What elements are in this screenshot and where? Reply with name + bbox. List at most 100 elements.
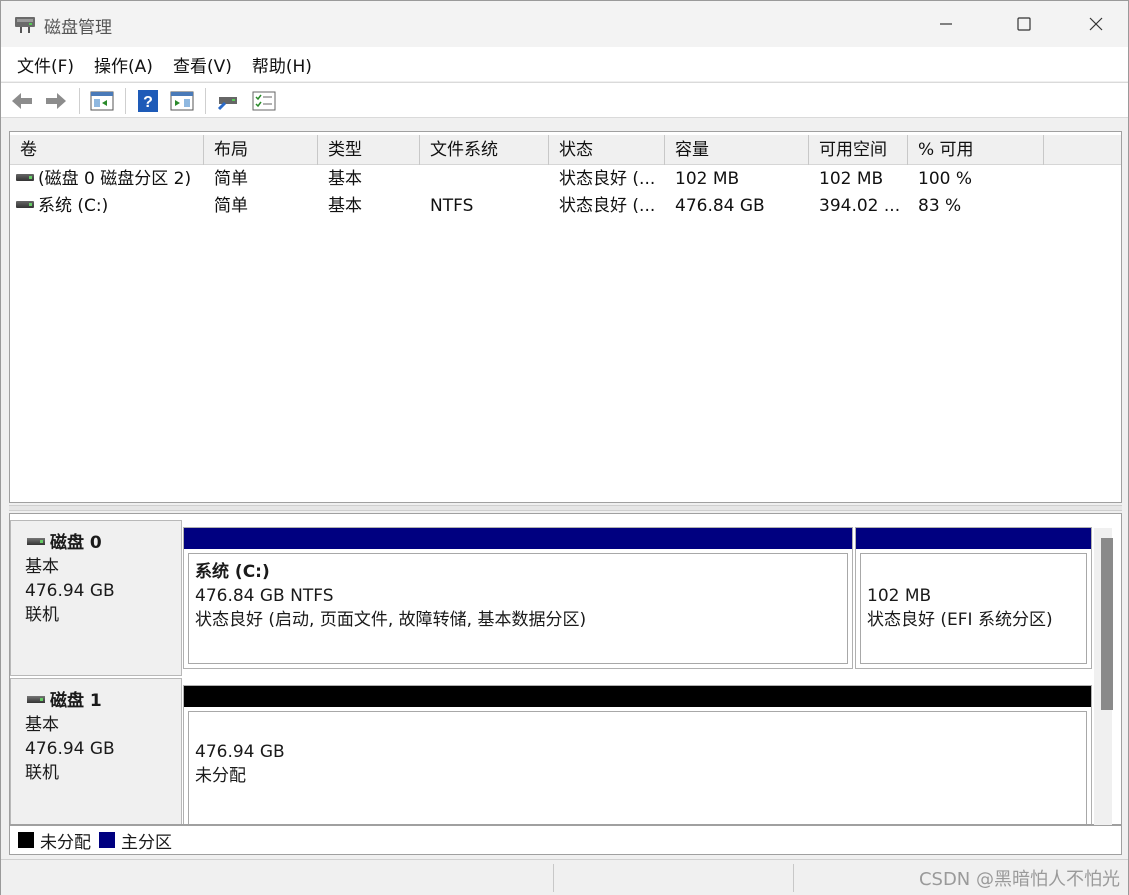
status-bar: CSDN @黑暗怕人不怕光	[1, 859, 1128, 895]
properties-icon[interactable]	[169, 89, 195, 113]
legend-swatch-unallocated	[18, 832, 34, 848]
partition-size-fs: 476.84 GB NTFS	[195, 586, 334, 606]
disk-1-info[interactable]: 磁盘 1 基本 476.94 GB 联机	[10, 678, 182, 824]
partition-title	[867, 560, 1080, 584]
partition-status: 状态良好 (EFI 系统分区)	[867, 610, 1053, 630]
partition-title: 系统 (C:)	[195, 562, 270, 582]
disk-name: 磁盘 0	[50, 533, 102, 553]
toolbar-separator	[125, 88, 126, 114]
cell-status: 状态良好 (...	[559, 196, 656, 216]
volume-name: 系统 (C:)	[38, 196, 109, 216]
partition-size-fs: 102 MB	[867, 586, 932, 606]
disk-management-icon	[15, 17, 35, 33]
legend-swatch-primary	[99, 832, 115, 848]
cell-percent-free: 83 %	[918, 196, 962, 216]
close-button[interactable]	[1061, 1, 1129, 47]
toolbar-separator	[79, 88, 80, 114]
disk-type: 基本	[25, 715, 59, 735]
cell-volume: 系统 (C:)	[10, 193, 204, 220]
disk-state: 联机	[25, 605, 59, 625]
close-icon	[1089, 17, 1103, 31]
volume-icon	[16, 201, 34, 208]
partition-body: 系统 (C:) 476.84 GB NTFS 状态良好 (启动, 页面文件, 故…	[188, 553, 848, 664]
partition-type-bar	[184, 528, 852, 549]
column-header-percent-free[interactable]: % 可用	[908, 135, 1044, 165]
status-separator	[793, 864, 794, 892]
cell-layout: 简单	[214, 169, 248, 189]
svg-text:?: ?	[143, 94, 153, 111]
legend-label-primary: 主分区	[121, 832, 172, 853]
console-tree-icon[interactable]	[89, 89, 115, 113]
cell-type: 基本	[328, 196, 362, 216]
cell-capacity: 102 MB	[675, 169, 740, 189]
help-icon[interactable]: ?	[135, 89, 161, 113]
watermark: CSDN @黑暗怕人不怕光	[918, 869, 1120, 890]
column-header-capacity[interactable]: 容量	[665, 135, 809, 165]
disk-state: 联机	[25, 763, 59, 783]
disk-icon	[27, 537, 45, 545]
disk-size: 476.94 GB	[25, 581, 115, 601]
column-header-layout[interactable]: 布局	[204, 135, 318, 165]
column-header-free-space[interactable]: 可用空间	[809, 135, 908, 165]
pane-splitter[interactable]	[9, 505, 1122, 511]
partition-system-c[interactable]: 系统 (C:) 476.84 GB NTFS 状态良好 (启动, 页面文件, 故…	[183, 527, 853, 669]
back-arrow-icon[interactable]	[9, 89, 35, 113]
legend-label-unallocated: 未分配	[40, 832, 91, 853]
partition-efi[interactable]: 102 MB 状态良好 (EFI 系统分区)	[855, 527, 1092, 669]
menu-file[interactable]: 文件(F)	[9, 52, 82, 77]
column-header-type[interactable]: 类型	[318, 135, 420, 165]
cell-filesystem: NTFS	[430, 196, 474, 216]
column-header-status[interactable]: 状态	[549, 135, 665, 165]
menu-help[interactable]: 帮助(H)	[244, 52, 320, 77]
partition-body: 102 MB 状态良好 (EFI 系统分区)	[860, 553, 1087, 664]
partition-size: 476.94 GB	[195, 742, 285, 762]
disk-1-partitions: 476.94 GB 未分配	[183, 685, 1093, 824]
disk-type: 基本	[25, 557, 59, 577]
volume-name: (磁盘 0 磁盘分区 2)	[38, 169, 192, 189]
volume-list[interactable]: 卷 布局 类型 文件系统 状态 容量 可用空间 % 可用 (磁盘 0 磁盘分区 …	[9, 131, 1122, 503]
volume-icon	[16, 174, 34, 181]
menu-view[interactable]: 查看(V)	[165, 52, 240, 77]
menu-bar: 文件(F) 操作(A) 查看(V) 帮助(H)	[1, 47, 1128, 81]
disk-0-info[interactable]: 磁盘 0 基本 476.94 GB 联机	[10, 520, 182, 676]
partition-status: 未分配	[195, 766, 246, 786]
status-separator	[553, 864, 554, 892]
column-header-volume[interactable]: 卷	[10, 135, 204, 165]
cell-type: 基本	[328, 169, 362, 189]
disk-icon	[27, 695, 45, 703]
partition-unallocated[interactable]: 476.94 GB 未分配	[183, 685, 1092, 824]
cell-volume: (磁盘 0 磁盘分区 2)	[10, 166, 204, 193]
list-icon[interactable]	[251, 89, 277, 113]
title-bar: 磁盘管理	[1, 1, 1128, 47]
volume-list-header: 卷 布局 类型 文件系统 状态 容量 可用空间 % 可用	[10, 135, 1121, 165]
forward-arrow-icon[interactable]	[43, 89, 69, 113]
maximize-button[interactable]	[989, 1, 1059, 47]
cell-status: 状态良好 (...	[559, 169, 656, 189]
table-row[interactable]: (磁盘 0 磁盘分区 2) 简单 基本 状态良好 (... 102 MB 102…	[10, 166, 1121, 193]
column-header-filesystem[interactable]: 文件系统	[420, 135, 549, 165]
disk-0-partitions: 系统 (C:) 476.84 GB NTFS 状态良好 (启动, 页面文件, 故…	[183, 527, 1093, 669]
legend: 未分配 主分区	[9, 825, 1122, 855]
disk-graphical-view[interactable]: 磁盘 0 基本 476.94 GB 联机 系统 (C:) 476.84 GB N…	[9, 513, 1122, 825]
cell-layout: 简单	[214, 196, 248, 216]
maximize-icon	[1017, 17, 1031, 31]
disk-management-window: 磁盘管理 文件(F) 操作(A) 查看(V) 帮助(H) ? 卷 布局 类型 文…	[0, 0, 1129, 895]
minimize-icon	[940, 23, 952, 25]
scrollbar-thumb[interactable]	[1101, 538, 1113, 710]
disk-size: 476.94 GB	[25, 739, 115, 759]
disk-name: 磁盘 1	[50, 691, 102, 711]
partition-body: 476.94 GB 未分配	[188, 711, 1087, 824]
connect-icon[interactable]	[215, 89, 241, 113]
partition-type-bar	[184, 686, 1091, 707]
cell-free-space: 102 MB	[819, 169, 884, 189]
cell-free-space: 394.02 ...	[819, 196, 901, 216]
minimize-button[interactable]	[911, 1, 981, 47]
toolbar: ?	[1, 82, 1128, 118]
partition-type-bar	[856, 528, 1091, 549]
table-row[interactable]: 系统 (C:) 简单 基本 NTFS 状态良好 (... 476.84 GB 3…	[10, 193, 1121, 220]
partition-status: 状态良好 (启动, 页面文件, 故障转储, 基本数据分区)	[195, 610, 587, 630]
menu-action[interactable]: 操作(A)	[86, 52, 161, 77]
window-title: 磁盘管理	[44, 18, 112, 38]
toolbar-separator	[205, 88, 206, 114]
cell-filesystem	[420, 166, 549, 193]
